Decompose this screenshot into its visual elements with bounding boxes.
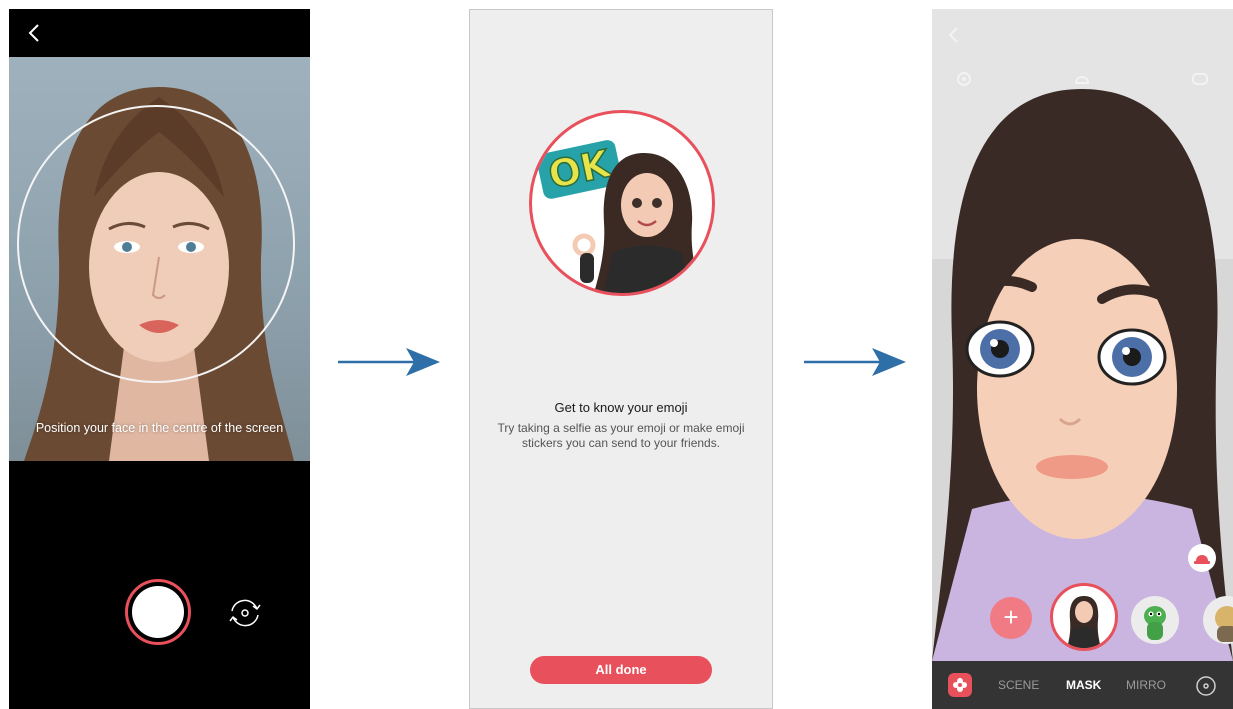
ar-camera-preview [932,9,1233,661]
switch-camera-icon[interactable] [1194,674,1218,698]
dinosaur-icon [1144,606,1166,640]
camera-preview: Position your face in the centre of the … [9,57,310,461]
page-title: Get to know your emoji [554,400,688,415]
flower-icon [953,678,967,692]
add-emoji-button[interactable]: + [990,597,1032,639]
emoji-flower-icon[interactable] [948,673,972,697]
page-description: Try taking a selfie as your emoji or mak… [497,421,745,450]
sticker-icon[interactable] [1190,69,1210,89]
emoji-intro-screen: OK Get to know your emoji Try taking a s… [469,9,773,709]
selected-emoji-avatar[interactable] [1050,583,1118,651]
shutter-inner [132,586,184,638]
top-bar [9,9,310,57]
hat-icon [1194,555,1210,564]
face-scan-screen: Position your face in the centre of the … [9,9,310,709]
switch-camera-icon[interactable] [220,597,270,629]
ar-emoji-mask-screen: + SCENE MASK MIRRO [932,9,1233,709]
back-chevron-icon[interactable] [944,25,964,45]
mode-mask[interactable]: MASK [1066,678,1101,692]
mode-mirror[interactable]: MIRRO [1126,678,1166,692]
emoji-avatar-thumbnail [1067,596,1101,648]
mode-scene[interactable]: SCENE [998,678,1039,692]
arrow-right-icon [338,348,440,376]
dinosaur-emoji-avatar[interactable] [1131,596,1179,644]
emoji-avatar-illustration: OK [536,140,702,293]
face-guide-circle [17,105,295,383]
hat-button[interactable] [1188,544,1216,572]
emoji-badge: OK [529,110,715,296]
settings-icon[interactable] [954,69,974,89]
effects-icon[interactable] [1072,69,1092,89]
mode-bar: SCENE MASK MIRRO [932,661,1233,709]
back-chevron-icon[interactable] [23,21,47,45]
all-done-button[interactable]: All done [530,656,712,684]
instruction-text: Position your face in the centre of the … [35,421,284,435]
shutter-button[interactable] [125,579,191,645]
ok-sticker-text: OK [545,141,616,197]
arrow-right-icon [804,348,906,376]
